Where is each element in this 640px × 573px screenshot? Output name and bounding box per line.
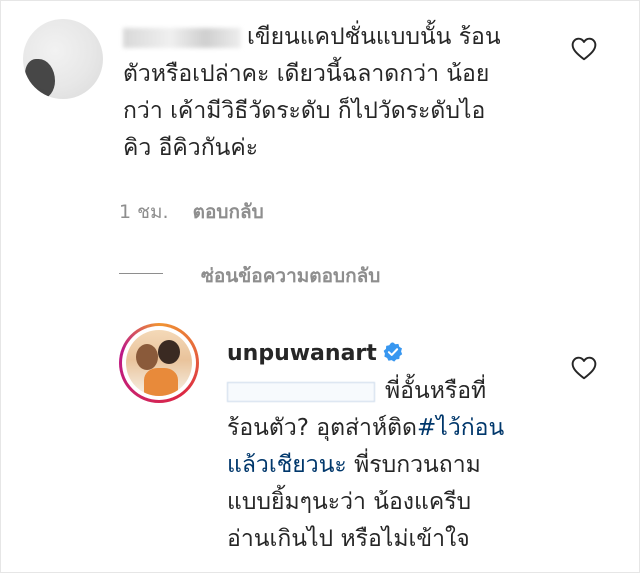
reply-line-3: พี่รบกวนถาม (346, 452, 481, 478)
commenter-username-blurred[interactable] (123, 27, 241, 48)
reply-text: พี่อั้นหรือที่ ร้อนตัว? อุตส่าห์ติด#ไว้ก… (227, 373, 567, 558)
reply-button[interactable]: ตอบกลับ (193, 201, 264, 223)
reply-avatar[interactable] (119, 323, 199, 403)
reply-line-5: อ่านเกินไป หรือไม่เข้าใจ (227, 526, 470, 552)
comment-timestamp: 1 ชม. (119, 201, 169, 223)
hide-replies-divider (119, 273, 163, 274)
comment-line-3: กว่า เค้ามีวิธีวัดระดับ ก็ไปวัดระดับไอ (123, 98, 486, 124)
heart-outline-icon[interactable] (571, 356, 597, 380)
reply-username[interactable]: unpuwanart (227, 341, 377, 366)
commenter-avatar[interactable] (23, 19, 103, 99)
hide-replies-button[interactable]: ซ่อนข้อความตอบกลับ (201, 261, 380, 291)
comment-line-2: ตัวหรือเปล่าคะ เดียวนี้ฉลาดกว่า น้อย (123, 61, 490, 87)
reply-header: unpuwanart (227, 341, 404, 366)
comment-text: เขียนแคปชั่นแบบนั้น ร้อน ตัวหรือเปล่าคะ … (123, 19, 563, 167)
heart-outline-icon[interactable] (571, 37, 597, 61)
hashtag-link[interactable]: #ไว้ก่อน (417, 415, 504, 441)
comment-line-1: เขียนแคปชั่นแบบนั้น ร้อน (247, 24, 501, 50)
comment-meta: 1 ชม. ตอบกลับ (119, 197, 264, 227)
mention-blurred[interactable] (227, 381, 375, 402)
comment-line-4: คิว อีคิวกันค่ะ (123, 135, 259, 161)
hashtag-link-continued[interactable]: แล้วเชียวนะ (227, 452, 347, 478)
reply-line-2: ร้อนตัว? อุตส่าห์ติด (227, 415, 417, 441)
reply-line-4: แบบยิ้มๆนะว่า น้องแครีบ (227, 489, 472, 515)
verified-badge-icon (383, 342, 402, 362)
reply-line-1: พี่อั้นหรือที่ (385, 378, 487, 404)
